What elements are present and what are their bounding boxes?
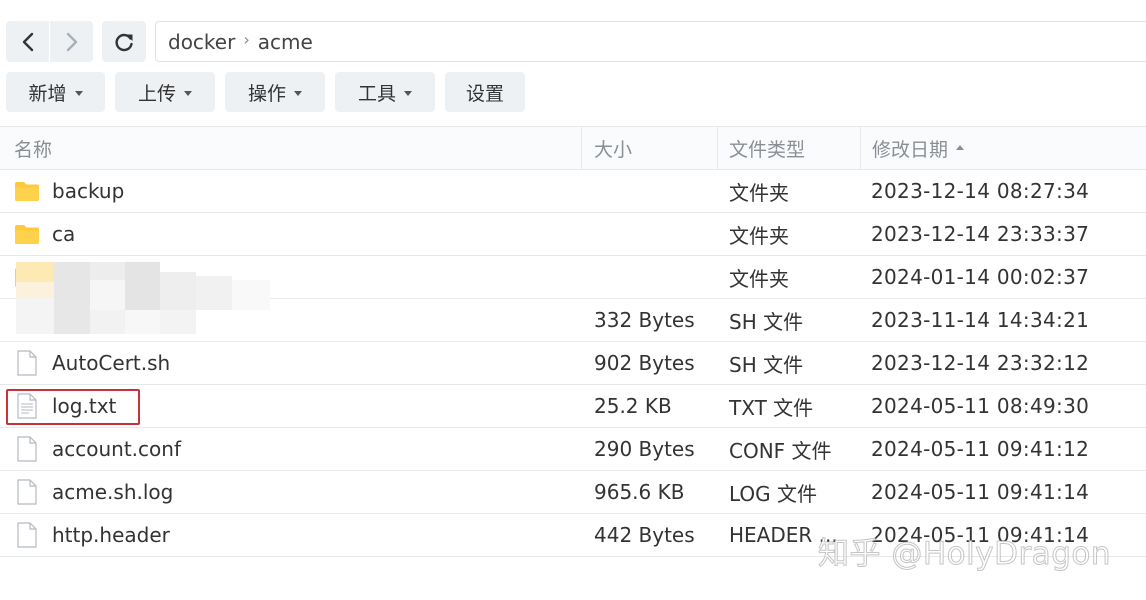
file-modified: 2023-12-14 08:27:34 [871, 179, 1090, 203]
breadcrumb-item-acme[interactable]: acme [258, 30, 313, 54]
file-type: 文件夹 [729, 223, 789, 248]
file-name: account.conf [52, 437, 181, 461]
file-modified: 2024-05-11 08:49:30 [871, 394, 1090, 418]
column-divider[interactable] [860, 127, 861, 169]
folder-icon [12, 213, 42, 255]
settings-button[interactable]: 设置 [445, 72, 525, 112]
file-modified: 2024-05-11 09:41:12 [871, 437, 1090, 461]
table-row[interactable]: acme.sh.log 965.6 KB LOG 文件 2024-05-11 0… [0, 471, 1146, 514]
table-row[interactable]: log.txt 25.2 KB TXT 文件 2024-05-11 08:49:… [0, 385, 1146, 428]
folder-icon [12, 170, 42, 212]
caret-down-icon [404, 90, 412, 96]
new-button-label: 新增 [28, 82, 67, 105]
file-name: backup [52, 179, 125, 203]
file-type: 文件夹 [729, 266, 789, 291]
new-button[interactable]: 新增 [6, 72, 105, 112]
settings-button-label: 设置 [465, 82, 504, 105]
caret-down-icon [74, 90, 83, 96]
file-type: SH 文件 [729, 309, 804, 334]
breadcrumb-separator: › [243, 30, 250, 49]
action-button-label: 操作 [247, 82, 286, 105]
refresh-button[interactable] [102, 21, 146, 62]
back-button[interactable] [6, 21, 49, 62]
file-icon [12, 428, 42, 470]
file-name: acme.sh.log [52, 480, 174, 504]
file-type: LOG 文件 [729, 481, 818, 506]
file-modified: 2023-12-14 23:33:37 [871, 222, 1090, 246]
chevron-right-icon [66, 32, 77, 51]
file-modified: 2023-12-14 23:32:12 [871, 351, 1090, 375]
file-icon [12, 514, 42, 556]
caret-down-icon [294, 90, 302, 96]
chevron-left-icon [22, 32, 33, 51]
upload-button[interactable]: 上传 [115, 72, 215, 112]
table-row[interactable]: backup 文件夹 2023-12-14 08:27:34 [0, 170, 1146, 213]
highlight-box [6, 389, 140, 425]
file-size: 290 Bytes [594, 437, 695, 461]
file-type: SH 文件 [729, 352, 804, 377]
column-header-type[interactable]: 文件类型 [729, 127, 805, 169]
file-modified: 2023-11-14 14:34:21 [871, 308, 1090, 332]
action-button[interactable]: 操作 [225, 72, 325, 112]
file-icon [12, 342, 42, 384]
column-divider[interactable] [581, 127, 582, 169]
file-type: CONF 文件 [729, 438, 832, 463]
file-modified: 2024-05-11 09:41:14 [871, 480, 1090, 504]
file-type: 文件夹 [729, 180, 789, 205]
file-modified: 2024-01-14 00:02:37 [871, 265, 1090, 289]
column-header-name[interactable]: 名称 [14, 127, 52, 169]
caret-down-icon [184, 90, 192, 96]
upload-button-label: 上传 [137, 82, 176, 105]
table-row[interactable]: ca 文件夹 2023-12-14 23:33:37 [0, 213, 1146, 256]
tools-button[interactable]: 工具 [335, 72, 435, 112]
file-size: 902 Bytes [594, 351, 695, 375]
refresh-icon [115, 33, 133, 51]
sort-ascending-icon [956, 144, 965, 150]
file-size: 965.6 KB [594, 480, 685, 504]
file-size: 442 Bytes [594, 523, 695, 547]
file-name: AutoCert.sh [52, 351, 171, 375]
table-row[interactable]: AutoCert.sh 902 Bytes SH 文件 2023-12-14 2… [0, 342, 1146, 385]
column-divider[interactable] [717, 127, 718, 169]
column-header-size[interactable]: 大小 [594, 127, 632, 169]
file-name: http.header [52, 523, 170, 547]
breadcrumb-item-docker[interactable]: docker [168, 30, 235, 54]
forward-button[interactable] [50, 21, 93, 62]
file-size: 332 Bytes [594, 308, 695, 332]
file-type: TXT 文件 [729, 395, 814, 420]
column-header-modified-label: 修改日期 [872, 138, 949, 161]
file-name: ca [52, 222, 76, 246]
table-header: 名称 大小 文件类型 修改日期 [0, 126, 1146, 170]
breadcrumb[interactable]: docker › acme [155, 21, 1146, 62]
file-size: 25.2 KB [594, 394, 672, 418]
column-header-modified[interactable]: 修改日期 [872, 127, 965, 169]
file-icon [12, 471, 42, 513]
table-row[interactable]: account.conf 290 Bytes CONF 文件 2024-05-1… [0, 428, 1146, 471]
watermark: 知乎 @HolyDragon [818, 536, 1112, 573]
tools-button-label: 工具 [357, 82, 396, 105]
